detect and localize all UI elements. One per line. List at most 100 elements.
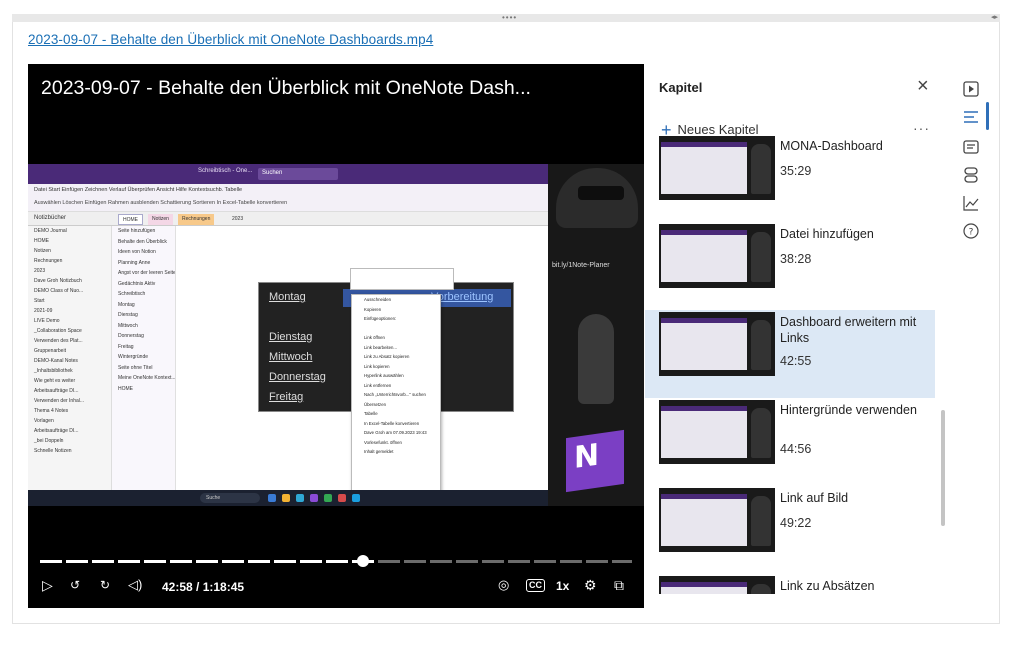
cartoon-figure (578, 314, 614, 404)
page-item: Gedächtnis Aktiv (118, 280, 156, 287)
chapters-icon[interactable] (962, 108, 980, 126)
notebook-item: Rechnungen (34, 258, 63, 264)
chapter-item[interactable]: Link zu Absätzen (645, 574, 935, 594)
video-title: 2023-09-07 - Behalte den Überblick mit O… (41, 77, 531, 99)
thumbnail-presenter (751, 320, 771, 370)
seek-segment (430, 560, 452, 563)
notebook-item: Notizen (34, 248, 51, 254)
storage-icon[interactable] (962, 166, 980, 184)
context-menu-item: Dave Groh am 07.09.2023 19:43 (364, 430, 427, 435)
context-menu-item: Link entfernen (364, 382, 392, 388)
seek-segment (300, 560, 322, 563)
close-icon[interactable]: × (917, 75, 929, 97)
chapter-item[interactable]: Hintergründe verwenden 44:56 (645, 398, 935, 486)
seek-bar[interactable] (40, 555, 632, 567)
seek-segment (612, 560, 632, 563)
notebook-item: Start (34, 298, 45, 304)
onenote-window-title: Schreibtisch - One... (198, 168, 253, 174)
page-item: Schreibtisch (118, 291, 146, 297)
page-item: Angst vor der leeren Seite? (118, 270, 175, 276)
chapter-timestamp: 38:28 (780, 252, 812, 266)
file-name-link[interactable]: 2023-09-07 - Behalte den Überblick mit O… (28, 32, 433, 47)
notebook-item: _Collaboration Space (34, 328, 82, 334)
taskbar-app-icon (296, 494, 304, 502)
page-item: Mittwoch (118, 322, 138, 329)
chapter-thumbnail (659, 488, 775, 552)
context-menu-item: Hyperlink auswählen (364, 373, 404, 378)
page-item: Ideen von Notion (118, 249, 156, 255)
notebook-item: 2023 (34, 268, 46, 274)
taskbar-app-icon (338, 494, 346, 502)
seek-segment (274, 560, 296, 563)
context-menu-item: Inhalt gemeldet (364, 449, 394, 454)
chapter-item[interactable]: Dashboard erweitern mit Links 42:55 (645, 310, 935, 398)
context-menu-item: Link zu Absatz kopieren (364, 354, 410, 359)
notebook-item: Gruppenarbeit (34, 348, 66, 354)
onenote-logo-icon: N (566, 429, 624, 493)
thumbnail-screen (661, 494, 747, 546)
context-menu-item: Vorlesefunkt. öffnen (364, 439, 402, 445)
play-panel-icon[interactable] (962, 80, 980, 98)
forward-10-icon[interactable]: ↻ (100, 577, 110, 593)
active-indicator (986, 102, 989, 130)
table-cell: Montag (269, 291, 306, 303)
expand-arrows-icon[interactable]: ◂▸ (991, 14, 998, 22)
analytics-icon[interactable] (962, 194, 980, 212)
context-menu-item: Kopieren (364, 306, 382, 312)
notebook-item: Verwenden der Inhal... (34, 398, 85, 404)
thumbnail-presenter (751, 408, 771, 458)
help-icon[interactable]: ? (962, 222, 980, 240)
chapter-scrollbar[interactable] (941, 410, 945, 526)
rewind-10-icon[interactable]: ↺ (70, 577, 80, 593)
seek-segment (378, 560, 400, 563)
chapter-item[interactable]: Link auf Bild 49:22 (645, 486, 935, 574)
page-item: Freitag (118, 343, 134, 350)
drag-grip-icon[interactable]: •••• (502, 14, 517, 22)
context-menu-item: Einfügeoptionen: (364, 316, 397, 321)
video-player[interactable]: 2023-09-07 - Behalte den Überblick mit O… (28, 64, 644, 608)
table-cell: Mittwoch (269, 351, 313, 363)
table-cell: Donnerstag (269, 371, 326, 383)
notebook-item: _Inhaltsbibliothek (34, 368, 73, 374)
speed-button[interactable]: 1x (556, 578, 569, 594)
onenote-ribbon: Auswählen Löschen Einfügen Rahmen ausble… (28, 196, 548, 212)
page-item: Behalte den Überblick (118, 238, 167, 245)
notebook-item: Wie geht es weiter (34, 378, 76, 384)
context-menu-item: Tabelle (364, 411, 378, 416)
page-item: Montag (118, 301, 135, 308)
page-item: Planning Anne (118, 259, 151, 266)
volume-icon[interactable]: ◁) (128, 577, 142, 593)
seek-segment (404, 560, 426, 563)
transcript-icon[interactable] (962, 138, 980, 156)
play-button[interactable]: ▷ (42, 577, 53, 593)
player-controls: ▷ ↺ ↻ ◁) 42:58 / 1:18:45 ◎ CC 1x ⚙ ⧉ (28, 574, 644, 600)
captions-icon[interactable]: CC (526, 579, 545, 592)
taskbar-app-icon (310, 494, 318, 502)
section-tab-home: HOME (118, 214, 143, 225)
notebook-item: Thema 4 Notes (34, 408, 69, 414)
audio-description-icon[interactable]: ◎ (498, 577, 509, 593)
chapter-timestamp: 49:22 (780, 516, 812, 530)
seek-segment (118, 560, 140, 563)
chapter-title: Link auf Bild (780, 491, 849, 505)
fullscreen-icon[interactable]: ⧉ (614, 577, 624, 593)
seek-handle[interactable] (356, 555, 369, 567)
chapters-panel: Kapitel × + Neues Kapitel ··· MONA-Dashbo… (645, 64, 945, 608)
settings-gear-icon[interactable]: ⚙ (584, 577, 597, 593)
thumbnail-presenter (751, 144, 771, 194)
seek-segment (144, 560, 166, 563)
chapter-item[interactable]: Datei hinzufügen 38:28 (645, 222, 935, 310)
seek-segment (482, 560, 504, 563)
thumbnail-screen (661, 318, 747, 370)
thumbnail-screen (661, 142, 747, 194)
chapter-thumbnail (659, 400, 775, 464)
top-splitter-bar[interactable]: •••• ◂▸ (12, 14, 1000, 22)
chapter-item[interactable]: MONA-Dashboard 35:29 (645, 134, 935, 222)
chapter-title: Datei hinzufügen (780, 227, 874, 241)
sunglasses-shape (578, 186, 624, 200)
thumbnail-presenter (751, 496, 771, 546)
onenote-titlebar: Schreibtisch - One... Suchen (28, 164, 548, 184)
section-tab-2023: 2023 (232, 216, 244, 222)
svg-text:?: ? (969, 228, 974, 238)
context-menu: Ausschneiden Kopieren Einfügeoptionen: Link… (351, 294, 441, 502)
